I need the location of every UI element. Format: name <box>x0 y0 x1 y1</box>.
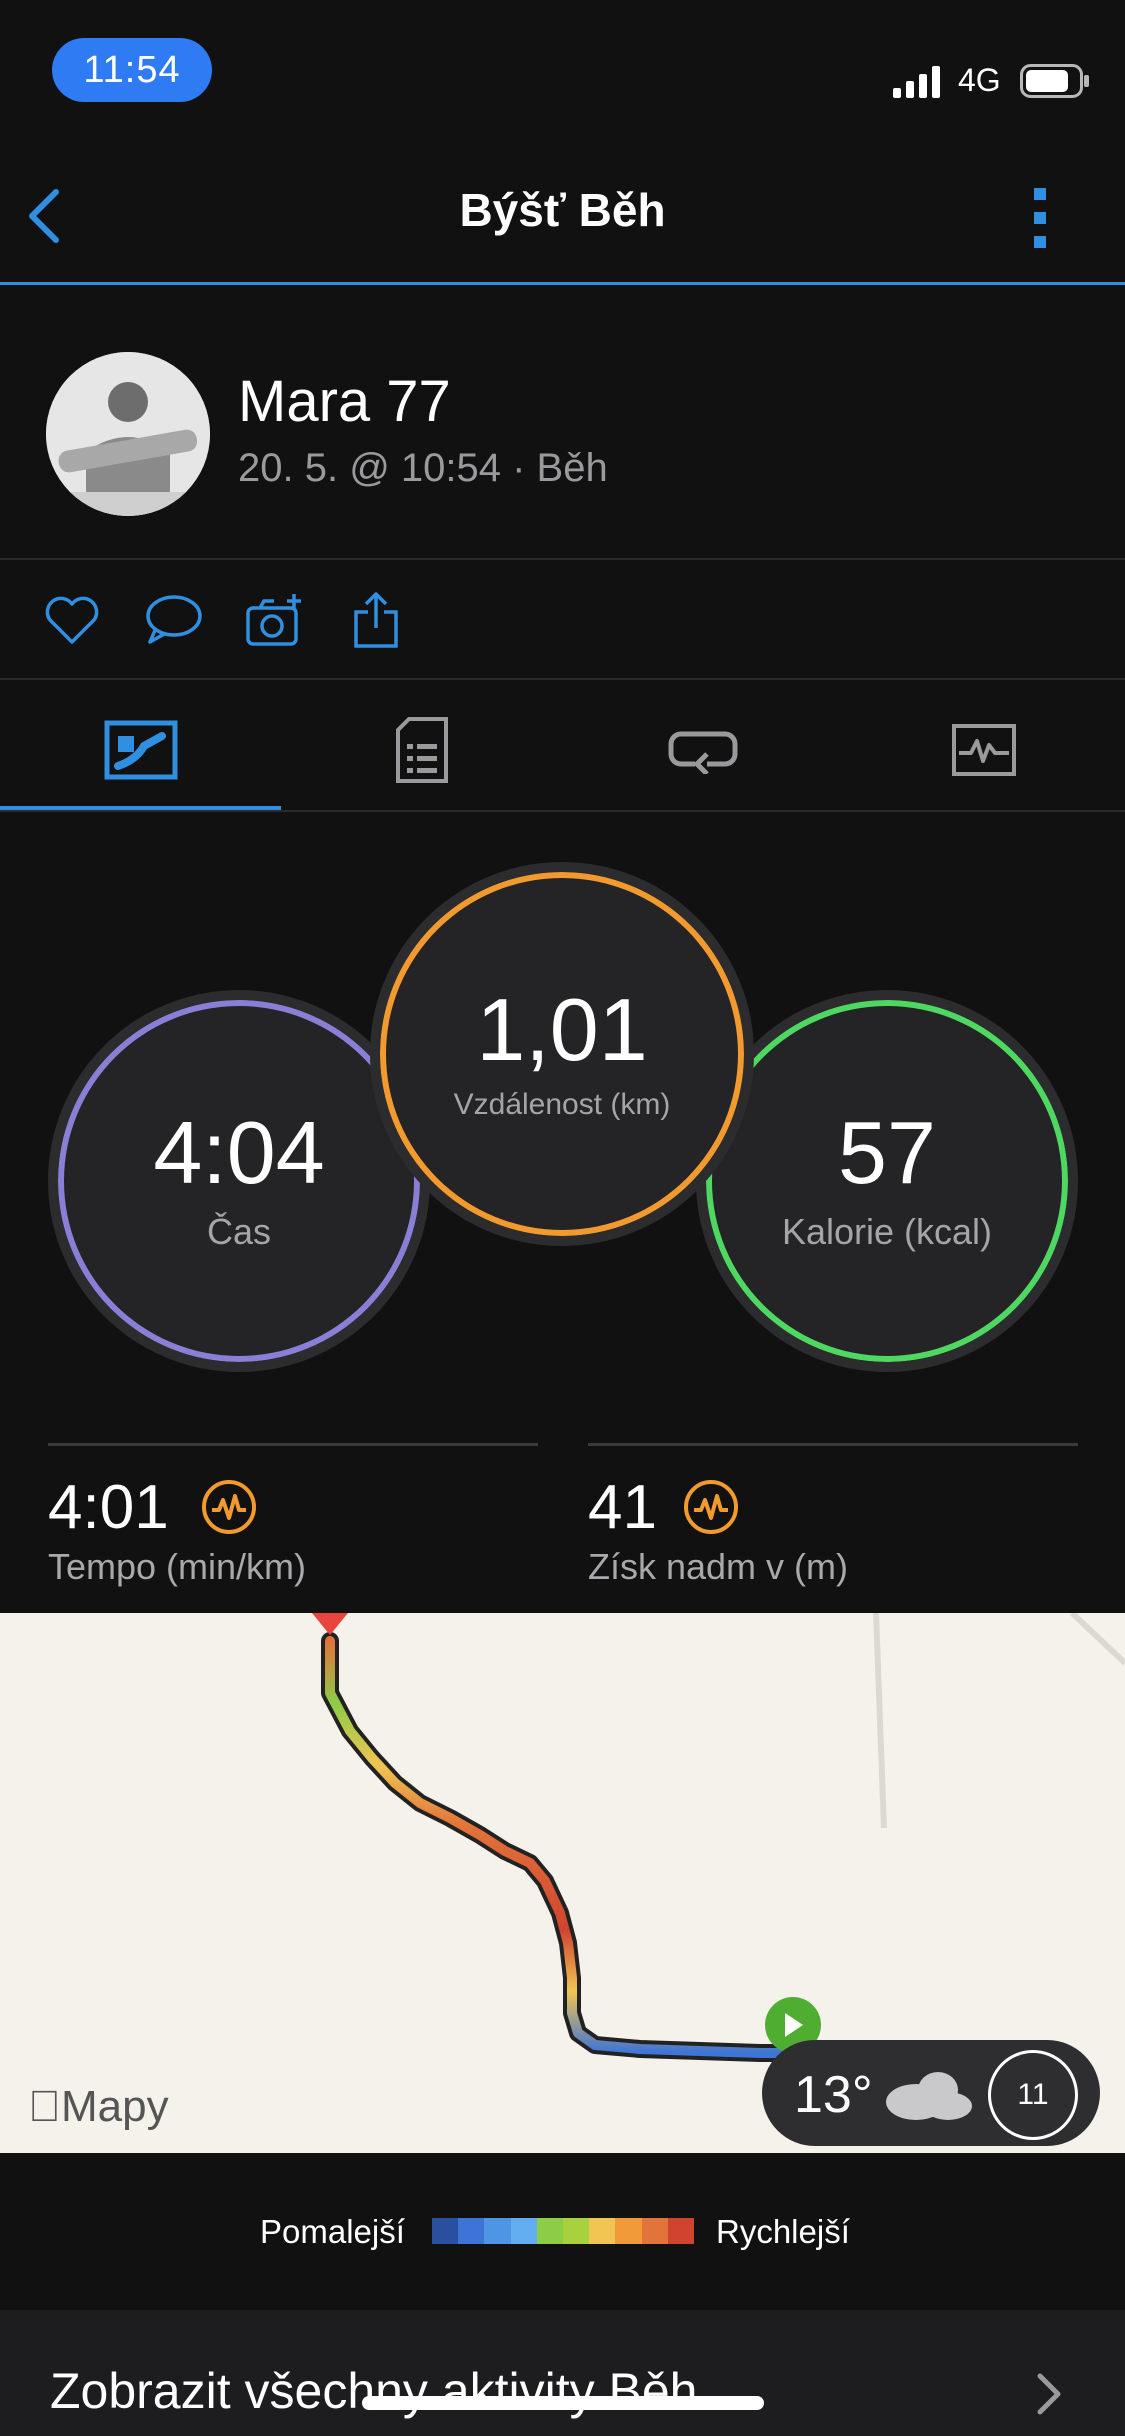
add-photo-icon[interactable] <box>244 590 304 650</box>
wind-indicator: 11 <box>988 2050 1078 2140</box>
details-icon <box>395 717 448 783</box>
avatar[interactable] <box>46 352 210 516</box>
temperature: 13° <box>794 2066 873 2124</box>
status-time: 11:54 <box>52 38 212 102</box>
signal-icon <box>893 66 940 98</box>
page-title: Býšť Běh <box>459 184 666 236</box>
laps-icon <box>668 731 737 774</box>
tab-overview[interactable] <box>0 690 281 810</box>
calories-label: Kalorie (kcal) <box>781 1211 993 1252</box>
distance-label: Vzdálenost (km) <box>453 1088 671 1121</box>
legend-swatch <box>536 2218 564 2244</box>
ascent-value: 41 <box>588 1473 657 1542</box>
tab-laps[interactable] <box>562 690 843 810</box>
header-divider <box>0 282 1125 285</box>
legend-swatch <box>563 2218 590 2244</box>
legend-swatch <box>615 2218 642 2244</box>
heart-rate-icon[interactable] <box>682 1478 740 1536</box>
legend-swatch <box>458 2218 485 2244</box>
overview-icon <box>104 720 177 780</box>
legend-swatch <box>641 2218 668 2244</box>
comment-icon[interactable] <box>142 590 202 650</box>
cloud-icon <box>886 2072 972 2120</box>
legend-swatch <box>484 2218 511 2244</box>
tab-details[interactable] <box>281 690 562 810</box>
time-label: Čas <box>206 1211 272 1252</box>
pace-color-legend <box>432 2218 695 2244</box>
like-icon[interactable] <box>42 590 102 650</box>
heart-rate-icon[interactable] <box>200 1478 258 1536</box>
activity-meta: 20. 5. @ 10:54 · Běh <box>238 446 608 490</box>
ascent-label: Získ nadm v (m) <box>588 1546 849 1587</box>
apple-logo-icon:  <box>28 2082 61 2131</box>
pace-label: Tempo (min/km) <box>48 1546 307 1587</box>
wind-speed: 11 <box>1017 2078 1049 2111</box>
calories-value: 57 <box>838 1103 936 1202</box>
home-indicator[interactable] <box>362 2396 764 2410</box>
legend-swatch <box>589 2218 616 2244</box>
divider <box>0 810 1125 812</box>
battery-icon <box>1020 64 1089 98</box>
distance-ring: 1,01 Vzdálenost (km) <box>370 862 754 1246</box>
more-options-icon[interactable] <box>1028 186 1052 250</box>
divider <box>0 678 1125 680</box>
chevron-right-icon <box>1037 2373 1061 2415</box>
divider <box>588 1443 1078 1446</box>
legend-swatch <box>667 2218 695 2244</box>
charts-icon <box>951 724 1016 776</box>
athlete-name[interactable]: Mara 77 <box>238 368 451 435</box>
share-icon[interactable] <box>346 590 406 650</box>
legend-swatch <box>510 2218 537 2244</box>
pace-value: 4:01 <box>48 1473 169 1542</box>
tab-charts[interactable] <box>843 690 1124 810</box>
legend-faster-label: Rychlejší <box>716 2213 850 2250</box>
divider <box>0 558 1125 560</box>
legend-slower-label: Pomalejší <box>260 2213 405 2250</box>
distance-value: 1,01 <box>476 980 648 1079</box>
map-attribution[interactable]: Mapy <box>28 2082 169 2132</box>
network-type: 4G <box>958 62 1001 98</box>
legend-swatch <box>432 2218 459 2244</box>
all-activities-label: Zobrazit všechny aktivity Běh <box>50 2363 698 2419</box>
time-value: 4:04 <box>153 1103 325 1202</box>
divider <box>48 1443 538 1446</box>
